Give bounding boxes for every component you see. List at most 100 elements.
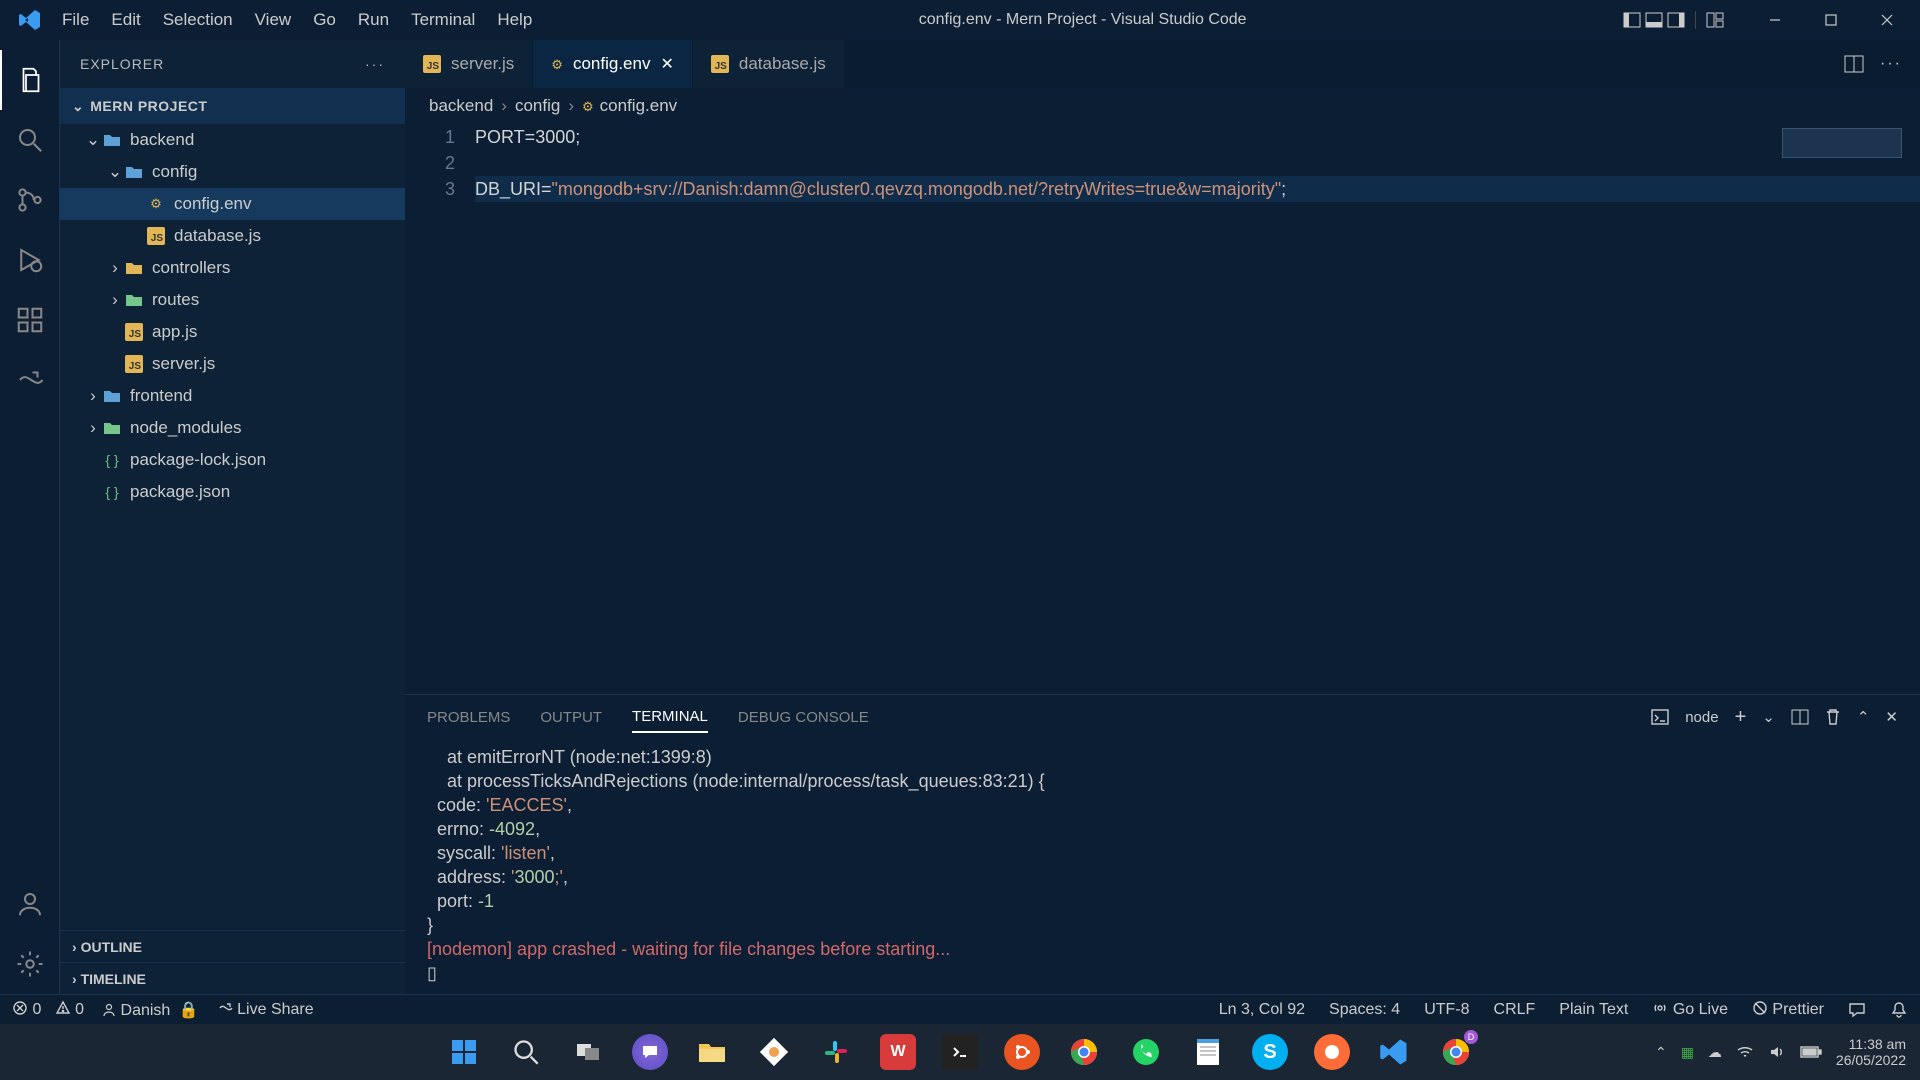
ubuntu-icon[interactable] (1004, 1034, 1040, 1070)
volume-icon[interactable] (1768, 1043, 1786, 1061)
app-icon-w[interactable]: W (880, 1034, 916, 1070)
panel-tab-debug-console[interactable]: DEBUG CONSOLE (738, 703, 869, 732)
app-icon-1[interactable] (756, 1034, 792, 1070)
battery-icon[interactable] (1800, 1045, 1822, 1059)
settings-gear-icon[interactable] (0, 934, 60, 994)
notepad-icon[interactable] (1190, 1034, 1226, 1070)
user-indicator[interactable]: Danish 🔒 (102, 1000, 199, 1020)
tree-item-controllers[interactable]: ›controllers (60, 252, 405, 284)
tree-item-config[interactable]: ⌄config (60, 156, 405, 188)
more-actions-icon[interactable]: ··· (1880, 55, 1902, 73)
tree-item-server-js[interactable]: JSserver.js (60, 348, 405, 380)
timeline-header[interactable]: › TIMELINE (60, 962, 405, 994)
wifi-icon[interactable] (1736, 1043, 1754, 1061)
breadcrumb[interactable]: backend›config›⚙config.env (405, 88, 1920, 124)
terminal-output[interactable]: at emitErrorNT (node:net:1399:8) at proc… (405, 739, 1920, 994)
tree-item-package-lock-json[interactable]: { }package-lock.json (60, 444, 405, 476)
project-section-header[interactable]: ⌄ MERN PROJECT (60, 88, 405, 124)
panel-bottom-icon[interactable] (1645, 11, 1663, 29)
whatsapp-icon[interactable] (1128, 1034, 1164, 1070)
explorer-icon[interactable] (0, 50, 60, 110)
tree-item-app-js[interactable]: JSapp.js (60, 316, 405, 348)
breadcrumb-item[interactable]: config (515, 96, 560, 116)
terminal-kind[interactable]: node (1685, 709, 1718, 726)
extensions-icon[interactable] (0, 290, 60, 350)
tree-item-package-json[interactable]: { }package.json (60, 476, 405, 508)
skype-icon[interactable]: S (1252, 1034, 1288, 1070)
kill-terminal-icon[interactable] (1825, 708, 1841, 726)
chrome-profile-icon[interactable]: D (1438, 1034, 1474, 1070)
panel-tab-problems[interactable]: PROBLEMS (427, 703, 510, 732)
errors-count[interactable]: 0 0 (12, 1000, 84, 1019)
tree-item-node_modules[interactable]: ›node_modules (60, 412, 405, 444)
encoding-status[interactable]: UTF-8 (1424, 1001, 1469, 1019)
run-debug-icon[interactable] (0, 230, 60, 290)
accounts-icon[interactable] (0, 874, 60, 934)
terminal-app-icon[interactable] (942, 1034, 978, 1070)
onedrive-icon[interactable]: ☁ (1708, 1044, 1722, 1061)
liveshare-icon[interactable] (0, 350, 60, 410)
split-editor-icon[interactable] (1844, 54, 1864, 74)
menu-view[interactable]: View (245, 4, 302, 36)
terminal-dropdown-icon[interactable]: ⌄ (1762, 708, 1775, 726)
menu-file[interactable]: File (52, 4, 99, 36)
liveshare-status[interactable]: Live Share (217, 1000, 314, 1019)
tree-item-database-js[interactable]: JSdatabase.js (60, 220, 405, 252)
indent-status[interactable]: Spaces: 4 (1329, 1001, 1400, 1019)
tree-item-config-env[interactable]: ⚙config.env (60, 188, 405, 220)
tab-database-js[interactable]: JSdatabase.js (693, 40, 845, 88)
close-button[interactable] (1862, 0, 1912, 40)
maximize-button[interactable] (1806, 0, 1856, 40)
language-mode[interactable]: Plain Text (1559, 1001, 1628, 1019)
taskview-icon[interactable] (570, 1034, 606, 1070)
menu-run[interactable]: Run (348, 4, 399, 36)
more-icon[interactable]: ··· (365, 56, 385, 72)
panel-right-icon[interactable] (1667, 11, 1685, 29)
menu-edit[interactable]: Edit (101, 4, 150, 36)
menu-selection[interactable]: Selection (153, 4, 243, 36)
start-button[interactable] (446, 1034, 482, 1070)
chrome-icon[interactable] (1066, 1034, 1102, 1070)
source-control-icon[interactable] (0, 170, 60, 230)
terminal-launch-icon[interactable] (1651, 708, 1669, 726)
tray-icon-1[interactable]: ▦ (1681, 1044, 1694, 1061)
panel-tab-terminal[interactable]: TERMINAL (632, 702, 708, 733)
panel-tab-output[interactable]: OUTPUT (540, 703, 602, 732)
customize-layout-icon[interactable] (1706, 11, 1724, 29)
cursor-position[interactable]: Ln 3, Col 92 (1219, 1001, 1305, 1019)
prettier-status[interactable]: Prettier (1752, 1000, 1824, 1019)
notifications-icon[interactable] (1890, 1001, 1908, 1019)
postman-icon[interactable] (1314, 1034, 1350, 1070)
vscode-app-icon[interactable] (1376, 1034, 1412, 1070)
tab-config-env[interactable]: ⚙config.env✕ (533, 40, 693, 88)
tree-item-frontend[interactable]: ›frontend (60, 380, 405, 412)
slack-icon[interactable] (818, 1034, 854, 1070)
tree-item-backend[interactable]: ⌄backend (60, 124, 405, 156)
menu-terminal[interactable]: Terminal (401, 4, 485, 36)
feedback-icon[interactable] (1848, 1001, 1866, 1019)
minimap[interactable] (1782, 128, 1902, 158)
panel-left-icon[interactable] (1623, 11, 1641, 29)
minimize-button[interactable] (1750, 0, 1800, 40)
close-tab-icon[interactable]: ✕ (660, 54, 673, 74)
golive-status[interactable]: Go Live (1652, 1000, 1728, 1019)
menu-go[interactable]: Go (303, 4, 346, 36)
clock[interactable]: 11:38 am 26/05/2022 (1836, 1036, 1906, 1068)
search-app-icon[interactable] (508, 1034, 544, 1070)
maximize-panel-icon[interactable]: ⌃ (1857, 708, 1870, 726)
close-panel-icon[interactable]: ✕ (1885, 708, 1898, 726)
breadcrumb-item[interactable]: ⚙config.env (582, 96, 677, 116)
tab-server-js[interactable]: JSserver.js (405, 40, 533, 88)
new-terminal-icon[interactable]: + (1735, 706, 1747, 729)
code-content[interactable]: PORT=3000;DB_URI="mongodb+srv://Danish:d… (475, 124, 1920, 694)
outline-header[interactable]: › OUTLINE (60, 930, 405, 962)
code-editor[interactable]: 123 PORT=3000;DB_URI="mongodb+srv://Dani… (405, 124, 1920, 694)
chat-app-icon[interactable] (632, 1034, 668, 1070)
menu-help[interactable]: Help (487, 4, 542, 36)
tree-item-routes[interactable]: ›routes (60, 284, 405, 316)
eol-status[interactable]: CRLF (1494, 1001, 1536, 1019)
split-terminal-icon[interactable] (1791, 708, 1809, 726)
tray-expand-icon[interactable]: ⌃ (1655, 1044, 1667, 1061)
breadcrumb-item[interactable]: backend (429, 96, 493, 116)
file-explorer-icon[interactable] (694, 1034, 730, 1070)
